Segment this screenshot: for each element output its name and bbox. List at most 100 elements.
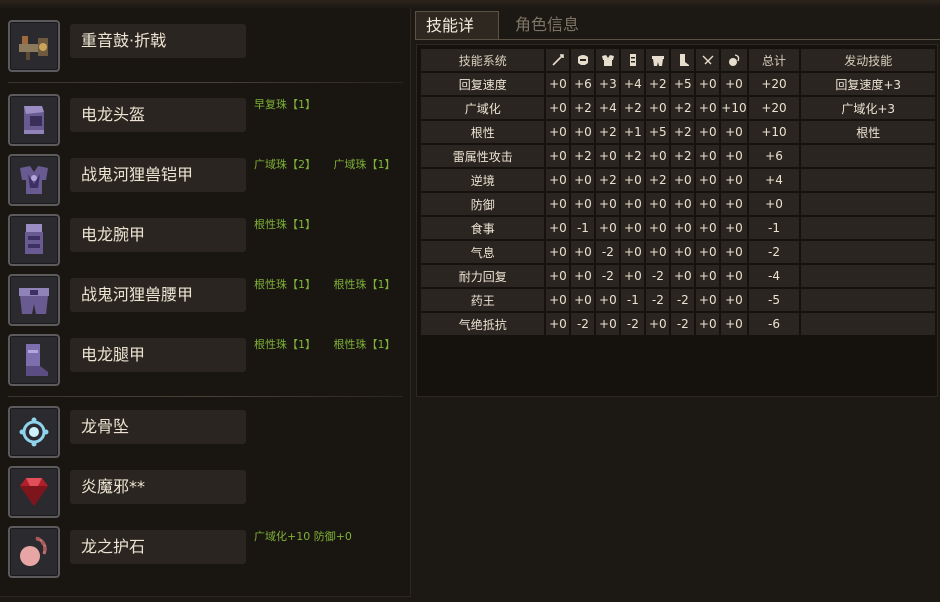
- skill-value-cell: +6: [571, 73, 595, 95]
- skill-value-cell: +0: [621, 217, 645, 239]
- skill-value-cell: +0: [546, 313, 570, 335]
- skill-total-cell: -1: [748, 217, 800, 239]
- table-header-row: 技能系统 总计 发动技能: [421, 49, 935, 71]
- skill-value-cell: +2: [671, 121, 695, 143]
- gem-slots: 根性珠【1】: [254, 216, 330, 232]
- equip-row-waist[interactable]: 战鬼河狸兽腰甲 根性珠【1】 根性珠【1】: [8, 274, 403, 326]
- skill-value-cell: +0: [571, 241, 595, 263]
- helm-icon: [8, 94, 60, 146]
- skill-value-cell: -1: [571, 217, 595, 239]
- leg-armor-icon: [8, 334, 60, 386]
- skill-value-cell: +0: [671, 241, 695, 263]
- skill-value-cell: +0: [671, 169, 695, 191]
- skill-name-cell: 回复速度: [421, 73, 545, 95]
- skill-value-cell: +0: [646, 313, 670, 335]
- skill-name-cell: 药王: [421, 289, 545, 311]
- helm-icon: [571, 49, 595, 71]
- equip-name: 战鬼河狸兽铠甲: [70, 158, 246, 192]
- skill-total-cell: -6: [748, 313, 800, 335]
- skill-value-cell: +4: [621, 73, 645, 95]
- table-row: 回复速度 +0 +6 +3 +4 +2 +5 +0 +0 +20 回复速度+3: [421, 73, 935, 95]
- skill-total-cell: -2: [748, 241, 800, 263]
- skill-value-cell: +0: [671, 265, 695, 287]
- equip-name: 电龙腿甲: [70, 338, 246, 372]
- skill-value-cell: +0: [721, 313, 747, 335]
- skill-name-cell: 雷属性攻击: [421, 145, 545, 167]
- skill-table-panel: 技能系统 总计 发动技能 回复速度 +0 +6 +3 +4 +2 +5 +0 +…: [416, 44, 938, 397]
- skill-value-cell: +0: [646, 97, 670, 119]
- charm-icon: [696, 49, 720, 71]
- gem-slots: 根性珠【1】 根性珠【1】: [254, 276, 410, 292]
- table-row: 根性 +0 +0 +2 +1 +5 +2 +0 +0 +10 根性: [421, 121, 935, 143]
- active-skill-cell: [801, 241, 935, 263]
- tab-character-info[interactable]: 角色信息: [505, 11, 589, 39]
- skill-value-cell: +0: [571, 121, 595, 143]
- skill-value-cell: +0: [546, 241, 570, 263]
- divider: [8, 396, 403, 397]
- skill-value-cell: +2: [621, 145, 645, 167]
- equip-row-charm[interactable]: 龙骨坠: [8, 406, 403, 458]
- active-skill-cell: 广域化+3: [801, 97, 935, 119]
- gem-slots: 广域珠【2】 广域珠【1】: [254, 156, 410, 172]
- skill-value-cell: +0: [696, 169, 720, 191]
- table-row: 食事 +0 -1 +0 +0 +0 +0 +0 +0 -1: [421, 217, 935, 239]
- skill-value-cell: +0: [696, 73, 720, 95]
- skill-value-cell: +4: [596, 97, 620, 119]
- skill-value-cell: +0: [721, 145, 747, 167]
- skill-value-cell: +0: [621, 265, 645, 287]
- skill-value-cell: +0: [696, 145, 720, 167]
- skill-value-cell: +0: [571, 265, 595, 287]
- skill-value-cell: +2: [646, 169, 670, 191]
- table-row: 广域化 +0 +2 +4 +2 +0 +2 +0 +10 +20 广域化+3: [421, 97, 935, 119]
- active-skill-cell: 回复速度+3: [801, 73, 935, 95]
- skill-value-cell: +2: [646, 73, 670, 95]
- tab-underline: [415, 39, 940, 40]
- skill-total-cell: -4: [748, 265, 800, 287]
- skill-name-cell: 食事: [421, 217, 545, 239]
- skill-value-cell: +0: [646, 217, 670, 239]
- skill-value-cell: +0: [546, 193, 570, 215]
- equip-name: 重音鼓·折戟: [70, 24, 246, 58]
- divider: [8, 82, 403, 83]
- waist-icon: [646, 49, 670, 71]
- skill-value-cell: +0: [696, 313, 720, 335]
- skill-value-cell: +0: [721, 73, 747, 95]
- skill-value-cell: +0: [546, 97, 570, 119]
- equip-row-gem[interactable]: 炎魔邪**: [8, 466, 403, 518]
- equip-name: 龙之护石: [70, 530, 246, 564]
- equip-row-legs[interactable]: 电龙腿甲 根性珠【1】 根性珠【1】: [8, 334, 403, 386]
- header-skill-system: 技能系统: [421, 49, 545, 71]
- leg-icon: [671, 49, 695, 71]
- skill-value-cell: +0: [696, 241, 720, 263]
- active-skill-cell: [801, 169, 935, 191]
- skill-value-cell: +0: [646, 145, 670, 167]
- tab-skill-details[interactable]: 技能详情: [415, 11, 499, 63]
- active-skill-cell: [801, 265, 935, 287]
- equip-name: 龙骨坠: [70, 410, 246, 444]
- skill-value-cell: +2: [621, 97, 645, 119]
- equip-row-chest[interactable]: 战鬼河狸兽铠甲 广域珠【2】 广域珠【1】: [8, 154, 403, 206]
- skill-value-cell: -2: [571, 313, 595, 335]
- chest-icon: [596, 49, 620, 71]
- equip-row-talisman[interactable]: 龙之护石 广域化+10 防御+0: [8, 526, 403, 578]
- skill-value-cell: +0: [546, 265, 570, 287]
- skill-value-cell: -2: [646, 289, 670, 311]
- gunlance-icon: [8, 20, 60, 72]
- skill-value-cell: +0: [671, 217, 695, 239]
- skill-value-cell: -2: [621, 313, 645, 335]
- weapon-icon: [546, 49, 570, 71]
- skill-value-cell: +0: [696, 121, 720, 143]
- skill-value-cell: +0: [646, 241, 670, 263]
- skill-value-cell: -2: [671, 289, 695, 311]
- equip-row-weapon[interactable]: 重音鼓·折戟: [8, 20, 403, 72]
- skill-value-cell: +2: [571, 97, 595, 119]
- equip-row-helm[interactable]: 电龙头盔 早复珠【1】: [8, 94, 403, 146]
- gem-slots: 早复珠【1】: [254, 96, 330, 112]
- skill-value-cell: +0: [596, 217, 620, 239]
- skill-value-cell: -2: [646, 265, 670, 287]
- equip-row-arms[interactable]: 电龙腕甲 根性珠【1】: [8, 214, 403, 266]
- active-skill-cell: [801, 193, 935, 215]
- skill-table: 技能系统 总计 发动技能 回复速度 +0 +6 +3 +4 +2 +5 +0 +…: [419, 47, 937, 337]
- gem-label: 广域珠【1】: [333, 158, 396, 171]
- skill-value-cell: +0: [696, 265, 720, 287]
